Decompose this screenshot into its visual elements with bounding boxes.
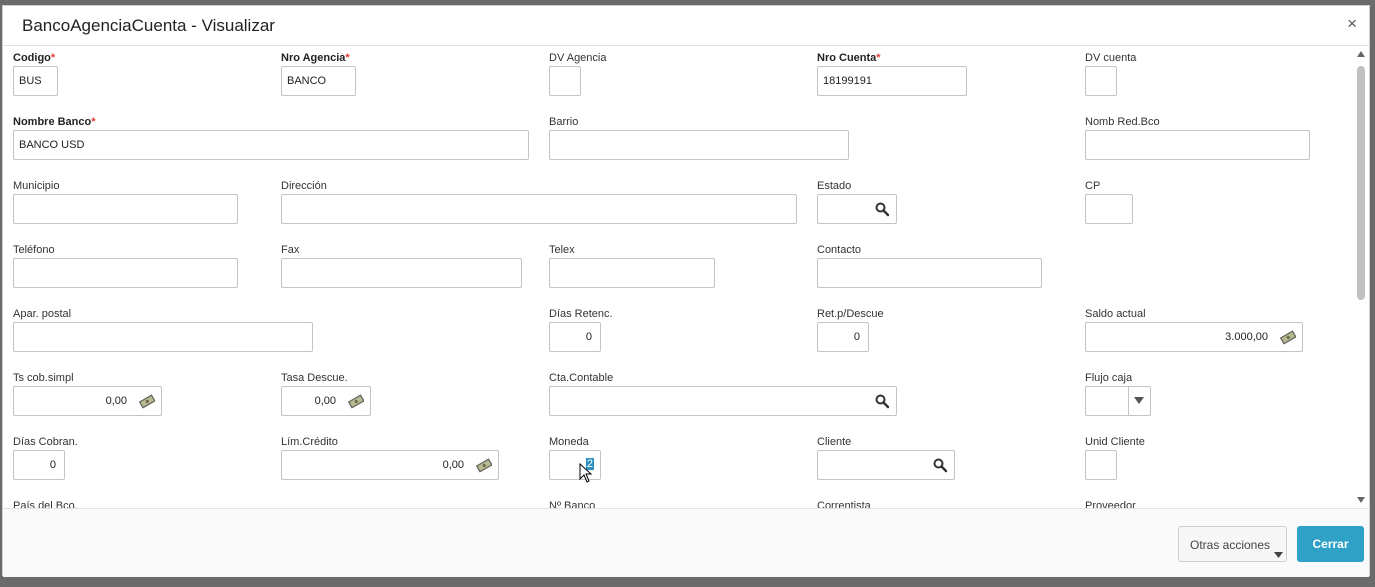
saldo-actual-field[interactable]: 3.000,00 [1085, 322, 1303, 352]
label-flujo-caja: Flujo caja [1085, 372, 1133, 384]
search-icon[interactable] [874, 201, 890, 217]
label-proveedor: Proveedor [1085, 500, 1136, 508]
dv-agencia-field[interactable] [549, 66, 581, 96]
dialog-title: BancoAgenciaCuenta - Visualizar [22, 16, 275, 35]
dias-cobran-field[interactable]: 0 [13, 450, 65, 480]
label-ret-p-descue: Ret.p/Descue [817, 308, 884, 320]
label-municipio: Municipio [13, 180, 60, 192]
label-nomb-red-bco: Nomb Red.Bco [1085, 116, 1160, 128]
dias-retenc-field[interactable]: 0 [549, 322, 601, 352]
money-icon [476, 458, 492, 473]
telex-field[interactable] [549, 258, 715, 288]
label-estado: Estado [817, 180, 852, 192]
close-button[interactable]: Cerrar [1297, 526, 1364, 562]
search-icon[interactable] [874, 393, 890, 409]
label-telefono: Teléfono [13, 244, 55, 256]
moneda-field[interactable]: 2 [549, 450, 601, 483]
label-ts-cob-simpl: Ts cob.simpl [13, 372, 74, 384]
tasa-descue-field[interactable]: 0,00 [281, 386, 371, 416]
label-pais-del-bco: País del Bco. [13, 500, 78, 508]
scrollbar-thumb[interactable] [1357, 66, 1365, 300]
chevron-down-icon [1274, 552, 1283, 558]
chevron-down-icon [1134, 397, 1144, 404]
label-codigo: Codigo* [13, 52, 56, 64]
close-icon[interactable]: × [1347, 14, 1357, 34]
mouse-cursor-icon [579, 463, 593, 483]
label-nro-cuenta: Nro Cuenta* [817, 52, 881, 64]
vertical-scrollbar[interactable] [1356, 49, 1366, 504]
lim-credito-field[interactable]: 0,00 [281, 450, 499, 480]
dialog-footer: Otras acciones Cerrar [3, 508, 1369, 577]
label-tasa-descue: Tasa Descue. [281, 372, 348, 384]
label-telex: Telex [549, 244, 575, 256]
label-cp: CP [1085, 180, 1101, 192]
more-actions-button[interactable]: Otras acciones [1178, 526, 1287, 562]
flujo-caja-select[interactable] [1085, 386, 1151, 416]
label-nombre-banco: Nombre Banco* [13, 116, 96, 128]
label-dias-cobran: Días Cobran. [13, 436, 78, 448]
label-fax: Fax [281, 244, 300, 256]
municipio-field[interactable] [13, 194, 238, 224]
money-icon [1280, 330, 1296, 345]
label-cta-contable: Cta.Contable [549, 372, 614, 384]
ret-p-descue-field[interactable]: 0 [817, 322, 869, 352]
dialog-header: BancoAgenciaCuenta - Visualizar × [3, 6, 1369, 46]
label-direccion: Dirección [281, 180, 327, 192]
label-dv-agencia: DV Agencia [549, 52, 607, 64]
unid-cliente-field[interactable] [1085, 450, 1117, 480]
label-barrio: Barrio [549, 116, 579, 128]
dropdown-toggle[interactable] [1128, 387, 1150, 415]
cta-contable-field[interactable] [549, 386, 897, 416]
label-lim-credito: Lím.Crédito [281, 436, 338, 448]
cliente-field[interactable] [817, 450, 955, 480]
apar-postal-field[interactable] [13, 322, 313, 352]
dialog-window: BancoAgenciaCuenta - Visualizar × Codigo… [2, 5, 1370, 577]
label-apar-postal: Apar. postal [13, 308, 72, 320]
contacto-field[interactable] [817, 258, 1042, 288]
form-body: Codigo* BUS Nro Agencia* BANCO DV Agenci… [3, 46, 1369, 508]
label-moneda: Moneda [549, 436, 589, 448]
label-nro-agencia: Nro Agencia* [281, 52, 350, 64]
ts-cob-simpl-field[interactable]: 0,00 [13, 386, 162, 416]
money-icon [139, 394, 155, 409]
codigo-field[interactable]: BUS [13, 66, 58, 96]
label-n-banco: Nº Banco [549, 500, 596, 508]
estado-field[interactable] [817, 194, 897, 224]
scroll-down-icon[interactable] [1357, 497, 1365, 503]
fax-field[interactable] [281, 258, 522, 288]
label-dv-cuenta: DV cuenta [1085, 52, 1137, 64]
nro-cuenta-field[interactable]: 18199191 [817, 66, 967, 96]
label-correntista: Correntista [817, 500, 871, 508]
nro-agencia-field[interactable]: BANCO [281, 66, 356, 96]
money-icon [348, 394, 364, 409]
label-cliente: Cliente [817, 436, 852, 448]
label-saldo-actual: Saldo actual [1085, 308, 1146, 320]
barrio-field[interactable] [549, 130, 849, 160]
nomb-red-bco-field[interactable] [1085, 130, 1310, 160]
nombre-banco-field[interactable]: BANCO USD [13, 130, 529, 160]
label-contacto: Contacto [817, 244, 862, 256]
label-unid-cliente: Unid Cliente [1085, 436, 1145, 448]
label-dias-retenc: Días Retenc. [549, 308, 613, 320]
scroll-up-icon[interactable] [1357, 51, 1365, 57]
telefono-field[interactable] [13, 258, 238, 288]
direccion-field[interactable] [281, 194, 797, 224]
dv-cuenta-field[interactable] [1085, 66, 1117, 96]
cp-field[interactable] [1085, 194, 1133, 224]
search-icon[interactable] [932, 457, 948, 473]
